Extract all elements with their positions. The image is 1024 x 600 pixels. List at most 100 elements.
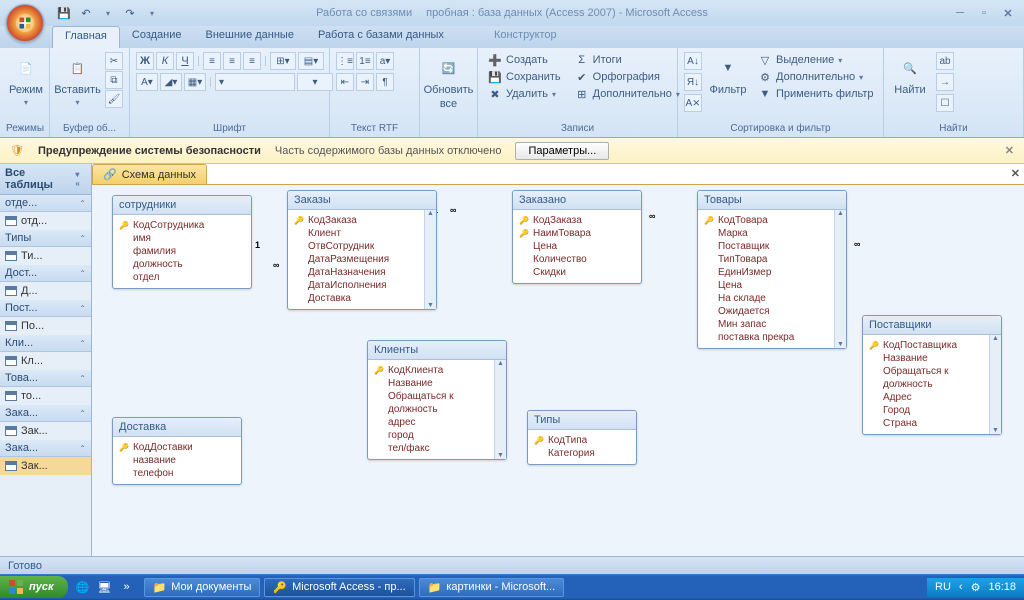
canvas-surface[interactable]: 1 ∞ 1 ∞ 1 ∞ 1 ∞ сотрудники КодСотрудника… <box>92 184 1024 556</box>
qat-dropdown[interactable]: ▾ <box>144 5 160 21</box>
ql-more-icon[interactable]: » <box>118 578 136 596</box>
minimize-icon[interactable]: ─ <box>952 6 968 20</box>
table-field[interactable]: поставка прекра <box>704 331 840 344</box>
nav-group-header[interactable]: Това...⌃ <box>0 370 91 387</box>
desktop-icon[interactable]: 🖥 <box>96 578 114 596</box>
table-postavshiki[interactable]: Поставщики КодПоставщикаНазваниеОбращать… <box>862 315 1002 435</box>
nav-group-header[interactable]: отде...⌃ <box>0 195 91 212</box>
nav-table-item[interactable]: Д... <box>0 282 91 300</box>
totals-button[interactable]: ΣИтоги <box>571 52 684 68</box>
scrollbar[interactable] <box>494 360 506 459</box>
scrollbar[interactable] <box>834 210 846 348</box>
table-field[interactable]: Адрес <box>869 391 995 404</box>
selection-filter-button[interactable]: ▽Выделение▾ <box>754 52 878 68</box>
tab-create[interactable]: Создание <box>120 26 194 48</box>
close-icon[interactable]: ✕ <box>1000 6 1016 20</box>
redo-icon[interactable]: ↷ <box>122 5 138 21</box>
bold-icon[interactable]: Ж <box>136 52 154 70</box>
table-field[interactable]: Название <box>374 377 500 390</box>
gridlines-icon[interactable]: ⊞▾ <box>270 52 296 70</box>
table-field[interactable]: Обращаться к <box>869 365 995 378</box>
table-field[interactable]: должность <box>119 258 245 271</box>
nav-table-item[interactable]: По... <box>0 317 91 335</box>
lang-indicator[interactable]: RU <box>935 581 951 593</box>
goto-icon[interactable]: → <box>936 73 954 91</box>
table-field[interactable]: город <box>374 429 500 442</box>
tray-icon[interactable]: ‹ <box>959 581 963 593</box>
table-field[interactable]: телефон <box>119 467 235 480</box>
replace-icon[interactable]: ab <box>936 52 954 70</box>
task-access[interactable]: 🔑Microsoft Access - пр... <box>264 578 414 597</box>
format-painter-icon[interactable]: 🖌 <box>105 90 123 108</box>
table-field[interactable]: Скидки <box>519 266 635 279</box>
table-field[interactable]: должность <box>869 378 995 391</box>
restore-icon[interactable]: ▫ <box>976 6 992 20</box>
nav-table-item[interactable]: то... <box>0 387 91 405</box>
view-button[interactable]: 📄Режим▾ <box>6 52 46 109</box>
tab-designer[interactable]: Конструктор <box>482 26 569 48</box>
table-field[interactable]: ДатаИсполнения <box>294 279 430 292</box>
copy-icon[interactable]: ⧉ <box>105 71 123 89</box>
table-field[interactable]: Обращаться к <box>374 390 500 403</box>
office-button[interactable] <box>6 4 44 42</box>
table-field[interactable]: Доставка <box>294 292 430 305</box>
table-field[interactable]: КодДоставки <box>119 441 235 454</box>
paste-button[interactable]: 📋Вставить▾ <box>56 52 99 109</box>
font-color-icon[interactable]: A▾ <box>136 73 158 91</box>
italic-icon[interactable]: К <box>156 52 174 70</box>
clear-sort-icon[interactable]: A⨯ <box>684 94 702 112</box>
tab-db-tools[interactable]: Работа с базами данных <box>306 26 456 48</box>
font-dropdown[interactable]: ▾ <box>215 73 295 91</box>
nav-group-header[interactable]: Зака...⌃ <box>0 440 91 457</box>
table-field[interactable]: Категория <box>534 447 630 460</box>
nav-table-item[interactable]: отд... <box>0 212 91 230</box>
table-field[interactable]: Марка <box>704 227 840 240</box>
scrollbar[interactable] <box>989 335 1001 434</box>
table-field[interactable]: ТипТовара <box>704 253 840 266</box>
ul-icon[interactable]: ⋮≡ <box>336 52 354 70</box>
tab-home[interactable]: Главная <box>52 26 120 48</box>
table-field[interactable]: должность <box>374 403 500 416</box>
nav-group-header[interactable]: Кли...⌃ <box>0 335 91 352</box>
more-records-button[interactable]: ⊞Дополнительно▾ <box>571 86 684 102</box>
toggle-filter-button[interactable]: ▼Применить фильтр <box>754 86 878 102</box>
fill-color-icon[interactable]: ◢▾ <box>160 73 182 91</box>
refresh-button[interactable]: 🔄Обновитьвсе <box>426 52 471 112</box>
table-field[interactable]: Город <box>869 404 995 417</box>
indent-right-icon[interactable]: ⇥ <box>356 73 374 91</box>
table-field[interactable]: ОтвСотрудник <box>294 240 430 253</box>
start-button[interactable]: пуск <box>0 576 68 598</box>
find-button[interactable]: 🔍Найти <box>890 52 930 98</box>
nav-table-item[interactable]: Зак... <box>0 457 91 475</box>
filter-button[interactable]: ▼Фильтр <box>708 52 748 98</box>
clock[interactable]: 16:18 <box>988 581 1016 593</box>
table-field[interactable]: Ожидается <box>704 305 840 318</box>
align-right-icon[interactable]: ≡ <box>243 52 261 70</box>
table-field[interactable]: Название <box>869 352 995 365</box>
sort-desc-icon[interactable]: Я↓ <box>684 73 702 91</box>
advanced-filter-button[interactable]: ⚙Дополнительно▾ <box>754 69 878 85</box>
undo-icon[interactable]: ↶ <box>78 5 94 21</box>
table-field[interactable]: Клиент <box>294 227 430 240</box>
document-tab[interactable]: 🔗Схема данных <box>92 164 207 184</box>
task-pictures[interactable]: 📁картинки - Microsoft... <box>419 578 565 597</box>
ol-icon[interactable]: 1≡ <box>356 52 374 70</box>
align-left-icon[interactable]: ≡ <box>203 52 221 70</box>
nav-dropdown-icon[interactable]: ▾ « <box>75 170 86 188</box>
table-dostavka[interactable]: Доставка КодДоставкиназваниетелефон <box>112 417 242 485</box>
indent-left-icon[interactable]: ⇤ <box>336 73 354 91</box>
table-field[interactable]: Страна <box>869 417 995 430</box>
sort-asc-icon[interactable]: A↓ <box>684 52 702 70</box>
font-size-dropdown[interactable]: ▾ <box>297 73 333 91</box>
spelling-button[interactable]: ✔Орфография <box>571 69 684 85</box>
ie-icon[interactable]: 🌐 <box>74 578 92 596</box>
table-field[interactable]: адрес <box>374 416 500 429</box>
table-field[interactable]: название <box>119 454 235 467</box>
align-center-icon[interactable]: ≡ <box>223 52 241 70</box>
table-field[interactable]: КодЗаказа <box>519 214 635 227</box>
table-field[interactable]: фамилия <box>119 245 245 258</box>
table-field[interactable]: Поставщик <box>704 240 840 253</box>
nav-group-header[interactable]: Пост...⌃ <box>0 300 91 317</box>
table-field[interactable]: КодПоставщика <box>869 339 995 352</box>
table-field[interactable]: ЕдинИзмер <box>704 266 840 279</box>
